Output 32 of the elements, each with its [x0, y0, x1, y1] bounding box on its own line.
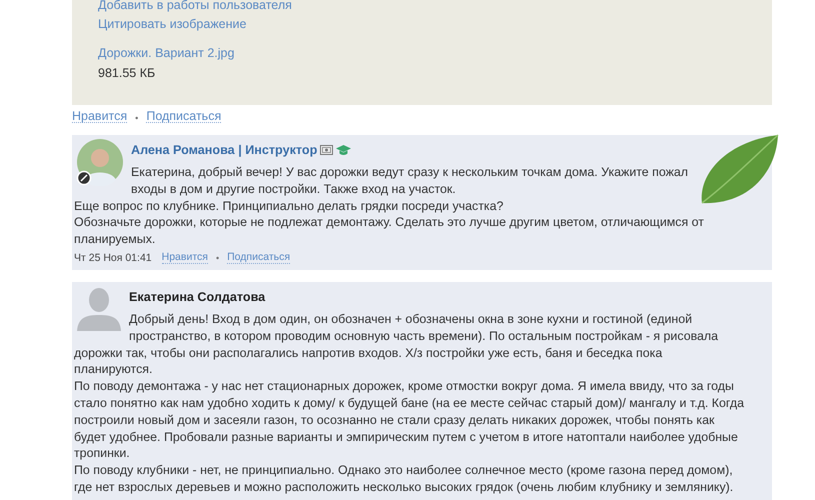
comment-text-line: дорожки так, чтобы они располагались напротив входов. Х/з постройки уже есть, баня и беседка пока: [74, 344, 662, 362]
author-name-link[interactable]: Екатерина Солдатова: [129, 288, 266, 306]
comment-text-line: стало понятно как нам удобно ходить к дому/ к будущей бане (на ее месте сейчас старый дом)/ мангалу и т.д. Когда: [74, 394, 744, 412]
comment-text-line: будет удобнее. Пробовали разные варианты и эмпирическим путем с учетом в итоге натоптали наиболее удобные: [74, 428, 738, 446]
bullet-separator: •: [216, 252, 220, 265]
comment-text-line: пространство, в котором проводим основную часть времени). По остальным постройкам - я рисовала: [129, 328, 718, 345]
graduation-cap-icon: [336, 144, 352, 156]
bullet-separator: •: [135, 113, 138, 123]
comment-text-line: входы в дом и другие постройки. Также вход на участок.: [131, 180, 456, 198]
quote-image-link[interactable]: Цитировать изображение: [98, 15, 246, 34]
comment-text-line: где нет взрослых деревьев и можно расположить несколько высоких грядок (очень любим клубнику и землянику).: [74, 478, 734, 496]
comment-text-line: тропинки.: [74, 445, 130, 462]
like-link[interactable]: Нравится: [162, 251, 208, 264]
comment-date: Чт 25 Ноя 01:41: [74, 250, 152, 266]
avatar-photo: [76, 138, 124, 186]
certificate-icon: [320, 145, 334, 155]
comment-text-line: Добрый день! Вход в дом один, он обозначен + обозначены окна в зоне кухни и гостиной (единой: [129, 310, 692, 328]
comment-text-line: построили новый дом и засеяли газон, то осознанно не стали сразу делать никаких дорожек, чтобы понять как: [74, 412, 714, 429]
comment-text-line: По поводу клубники - нет, не принципиально. Однако это наиболее солнечное место (кроме газона перед домом),: [74, 462, 733, 479]
comment-text-line: Обозначьте дорожки, которые не подлежат демонтажу. Сделать это лучше другим цветом, отличающимся от: [74, 214, 704, 232]
subscribe-link[interactable]: Подписаться: [146, 110, 222, 123]
file-name-link[interactable]: Дорожки. Вариант 2.jpg: [98, 44, 234, 63]
comment-text-line: Екатерина, добрый вечер! У вас дорожки ведут сразу к нескольким точкам дома. Укажите пожал: [131, 164, 688, 181]
add-to-works-link[interactable]: Добавить в работы пользователя: [98, 0, 292, 15]
like-link[interactable]: Нравится: [72, 110, 128, 123]
comment-text-line: планируемых.: [74, 231, 156, 248]
comment-text-line: По поводу демонтажа - у нас нет стационарных дорожек, кроме отмостки вокруг дома. Я имела ввиду, что за годы: [74, 378, 734, 395]
file-size: 981.55 КБ: [98, 65, 156, 82]
comment-text-line: Еще вопрос по клубнике. Принципиально делать грядки посреди участка?: [74, 198, 504, 214]
comment-text-line: планируются.: [74, 361, 152, 378]
author-name-link[interactable]: Алена Романова | Инструктор: [131, 142, 318, 158]
subscribe-link[interactable]: Подписаться: [227, 251, 290, 264]
